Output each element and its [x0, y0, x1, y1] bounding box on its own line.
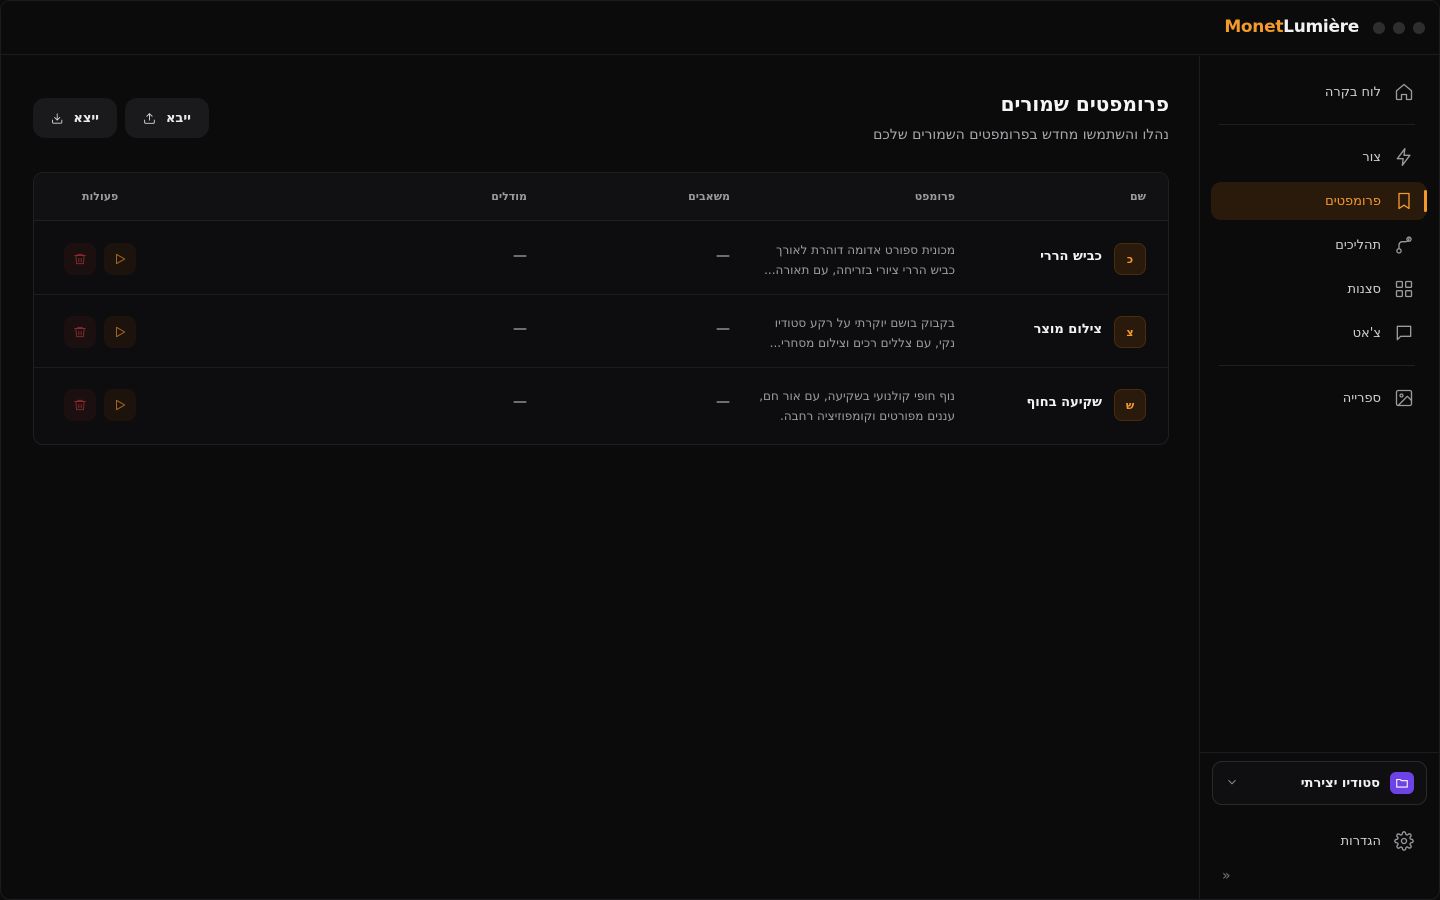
- prompt-text: בקבוק בושם יוקרתי על רקע סטודיו נקי, עם …: [735, 313, 955, 353]
- active-indicator: [1424, 190, 1427, 212]
- trash-icon: [74, 253, 86, 265]
- grid-icon: [1393, 278, 1415, 300]
- trash-icon: [74, 326, 86, 338]
- sidebar-item-label: ספרייה: [1342, 390, 1381, 406]
- collapse-sidebar-button[interactable]: «: [1222, 868, 1231, 884]
- page-title: פרומפטים שמורים: [1000, 92, 1169, 116]
- play-icon: [116, 399, 126, 411]
- prompt-avatar: צ: [1114, 316, 1146, 348]
- folder-icon: [1390, 772, 1414, 794]
- sidebar-item-dashboard[interactable]: לוח בקרה: [1211, 73, 1427, 111]
- prompt-line: עננים מפורטים וקומפוזיציה רחבה.: [780, 409, 955, 423]
- sidebar-item-label: תהליכים: [1335, 237, 1381, 253]
- sidebar-divider: [1199, 752, 1439, 753]
- app-window: MonetLumière לוח בקרה צור פרומפטים תהליכ…: [0, 0, 1440, 900]
- column-header-models[interactable]: מודלים: [491, 190, 527, 203]
- run-prompt-button[interactable]: [104, 316, 136, 348]
- chevron-down-icon: [1225, 774, 1239, 793]
- sidebar-divider: [1219, 124, 1415, 125]
- prompt-name: שקיעה בחוף: [1026, 395, 1102, 410]
- window-control-dot[interactable]: [1393, 22, 1405, 34]
- prompt-name: כביש הררי: [1040, 249, 1102, 264]
- upload-icon: [144, 112, 155, 124]
- assets-value: —: [716, 394, 730, 410]
- delete-prompt-button[interactable]: [64, 316, 96, 348]
- chat-icon: [1393, 322, 1415, 344]
- export-label: ייצא: [73, 110, 99, 126]
- import-button[interactable]: ייבא: [125, 98, 209, 138]
- gear-icon: [1393, 830, 1415, 852]
- prompt-text: נוף חופי קולנועי בשקיעה, עם אור חם, ענני…: [735, 386, 955, 426]
- page-subtitle: נהלו והשתמשו מחדש בפרומפטים השמורים שלכם: [873, 127, 1169, 143]
- sidebar-divider: [1219, 365, 1415, 366]
- table-row[interactable]: צ צילום מוצר בקבוק בושם יוקרתי על רקע סט…: [34, 295, 1168, 368]
- column-header-prompt[interactable]: פרומפט: [915, 190, 955, 203]
- prompt-line: מכונית ספורט אדומה דוהרת לאורך: [776, 243, 955, 257]
- download-icon: [52, 112, 63, 124]
- sidebar-item-workflows[interactable]: תהליכים: [1211, 226, 1427, 264]
- sidebar: לוח בקרה צור פרומפטים תהליכים סצנות צ'אט…: [1199, 56, 1439, 899]
- window-control-dot[interactable]: [1413, 22, 1425, 34]
- table-row[interactable]: כ כביש הררי מכונית ספורט אדומה דוהרת לאו…: [34, 222, 1168, 295]
- window-controls: [1373, 22, 1425, 34]
- prompts-table: שם פרומפט משאבים מודלים פעולות כ כביש הר…: [33, 172, 1169, 445]
- models-value: —: [513, 394, 527, 410]
- table-header: שם פרומפט משאבים מודלים פעולות: [34, 173, 1168, 221]
- run-prompt-button[interactable]: [104, 243, 136, 275]
- sidebar-item-label: לוח בקרה: [1324, 84, 1381, 100]
- sidebar-item-settings[interactable]: הגדרות: [1211, 822, 1427, 860]
- title-bar: MonetLumière: [1, 1, 1439, 55]
- table-row[interactable]: ש שקיעה בחוף נוף חופי קולנועי בשקיעה, עם…: [34, 368, 1168, 441]
- delete-prompt-button[interactable]: [64, 389, 96, 421]
- sidebar-item-library[interactable]: ספרייה: [1211, 379, 1427, 417]
- sidebar-item-label: פרומפטים: [1325, 193, 1381, 209]
- prompt-line: בקבוק בושם יוקרתי על רקע סטודיו: [774, 316, 955, 330]
- prompt-line: נקי, עם צללים רכים וצילום מסחרי...: [769, 336, 955, 350]
- home-icon: [1393, 81, 1415, 103]
- workspace-selector[interactable]: סטודיו יצירתי: [1212, 761, 1427, 805]
- models-value: —: [513, 321, 527, 337]
- column-header-actions: פעולות: [82, 190, 119, 203]
- image-icon: [1393, 387, 1415, 409]
- trash-icon: [74, 399, 86, 411]
- sidebar-item-scenes[interactable]: סצנות: [1211, 270, 1427, 308]
- sidebar-item-create[interactable]: צור: [1211, 138, 1427, 176]
- import-label: ייבא: [165, 110, 191, 126]
- prompt-avatar: כ: [1114, 243, 1146, 275]
- brand-logo: MonetLumière: [1224, 17, 1359, 37]
- delete-prompt-button[interactable]: [64, 243, 96, 275]
- prompt-line: כביש הררי ציורי בזריחה, עם תאורה...: [764, 263, 955, 277]
- workspace-label: סטודיו יצירתי: [1300, 775, 1380, 791]
- column-header-assets[interactable]: משאבים: [688, 190, 730, 203]
- models-value: —: [513, 248, 527, 264]
- lightning-icon: [1393, 146, 1415, 168]
- run-prompt-button[interactable]: [104, 389, 136, 421]
- prompt-avatar: ש: [1114, 389, 1146, 421]
- main-content: פרומפטים שמורים נהלו והשתמשו מחדש בפרומפ…: [1, 56, 1201, 899]
- sidebar-item-label: צור: [1362, 149, 1381, 165]
- window-control-dot[interactable]: [1373, 22, 1385, 34]
- sidebar-item-prompts[interactable]: פרומפטים: [1211, 182, 1427, 220]
- bookmark-icon: [1393, 190, 1415, 212]
- prompt-name: צילום מוצר: [1033, 322, 1102, 337]
- brand-part2: Lumière: [1283, 17, 1359, 37]
- prompt-text: מכונית ספורט אדומה דוהרת לאורך כביש הררי…: [735, 240, 955, 280]
- sidebar-item-label: סצנות: [1347, 281, 1381, 297]
- play-icon: [116, 253, 126, 265]
- sidebar-item-label: הגדרות: [1340, 833, 1381, 849]
- column-header-name[interactable]: שם: [1130, 190, 1146, 203]
- prompt-line: נוף חופי קולנועי בשקיעה, עם אור חם,: [759, 389, 955, 403]
- sidebar-item-label: צ'אט: [1352, 325, 1381, 341]
- sidebar-item-chat[interactable]: צ'אט: [1211, 314, 1427, 352]
- brand-part1: Monet: [1224, 17, 1284, 37]
- assets-value: —: [716, 248, 730, 264]
- export-button[interactable]: ייצא: [33, 98, 117, 138]
- assets-value: —: [716, 321, 730, 337]
- workflow-icon: [1393, 234, 1415, 256]
- play-icon: [116, 326, 126, 338]
